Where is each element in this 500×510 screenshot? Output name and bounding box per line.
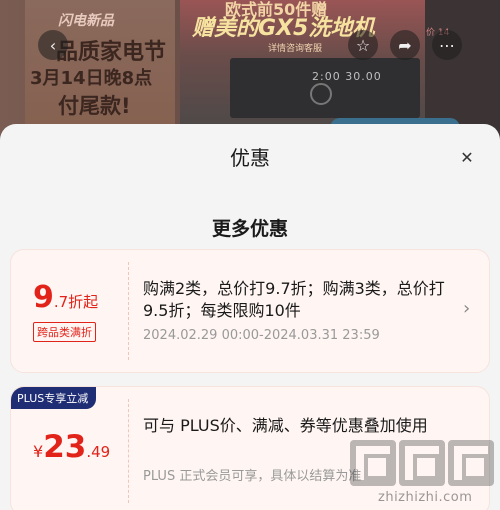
price-integer: 23 <box>43 429 87 465</box>
ad-line-3: 详情咨询客服 <box>268 44 323 54</box>
promo-final: 付尾款! <box>58 94 131 118</box>
section-title: 更多优惠 <box>211 218 288 240</box>
coupon-subtext: PLUS 正式会员可享，具体以结算为准 <box>143 469 362 484</box>
share-button[interactable]: ➦ <box>390 30 420 60</box>
oven-display: 2:00 30.00 <box>312 70 382 83</box>
coupon-type-tag: 跨品类满折 <box>33 322 96 342</box>
favorite-button[interactable]: ☆ <box>348 30 378 60</box>
dashed-divider <box>128 399 129 503</box>
currency-symbol: ¥ <box>33 442 44 461</box>
more-button[interactable]: ⋯ <box>432 30 462 60</box>
oven-knob <box>310 83 332 105</box>
coupon-card-cross-category[interactable]: 9.7折起 跨品类满折 购满2类，总价打9.7折；购满3类，总价打9.5折；每类… <box>10 249 490 373</box>
ad-line-2: 赠美的GX5洗地机 <box>192 16 375 41</box>
coupon-date-range: 2024.02.29 00:00-2024.03.31 23:59 <box>143 328 380 343</box>
dashed-divider <box>128 262 129 360</box>
watermark-text: zhizhizhi.com <box>378 490 473 505</box>
more-icon: ⋯ <box>439 35 455 55</box>
back-button[interactable]: ‹ <box>38 30 68 60</box>
coupon-value-column: ¥23.49 <box>11 387 128 510</box>
discount-value: 9.7折起 <box>33 280 98 315</box>
share-icon: ➦ <box>398 35 412 55</box>
price-decimal: .49 <box>86 443 111 461</box>
product-banner-background: 闪电新品 品质家电节 3月14日晚8点 付尾款! 欧式前50件赠 赠美的GX5洗… <box>0 0 500 140</box>
coupon-description: 可与 PLUS价、满减、券等优惠叠加使用 <box>143 416 428 435</box>
watermark-logo <box>350 440 494 486</box>
chevron-left-icon: ‹ <box>49 35 57 55</box>
discount-small: .7折起 <box>53 293 99 311</box>
oven-image: 2:00 30.00 <box>230 58 420 118</box>
sheet-title: 优惠 <box>230 146 270 170</box>
promo-title: 品质家电节 <box>56 40 167 65</box>
discount-big: 9 <box>33 280 54 315</box>
coupon-description: 购满2类，总价打9.7折；购满3类，总价打9.5折；每类限购10件 <box>143 279 445 320</box>
star-icon: ☆ <box>355 35 371 55</box>
close-icon: ✕ <box>460 147 474 167</box>
coupon-value-column: 9.7折起 跨品类满折 <box>11 250 128 372</box>
close-button[interactable]: ✕ <box>454 144 480 170</box>
plus-discount-price: ¥23.49 <box>33 429 110 465</box>
promo-date: 3月14日晚8点 <box>30 68 153 89</box>
promo-top-text: 闪电新品 <box>58 13 114 29</box>
chevron-right-icon[interactable]: › <box>463 298 470 319</box>
